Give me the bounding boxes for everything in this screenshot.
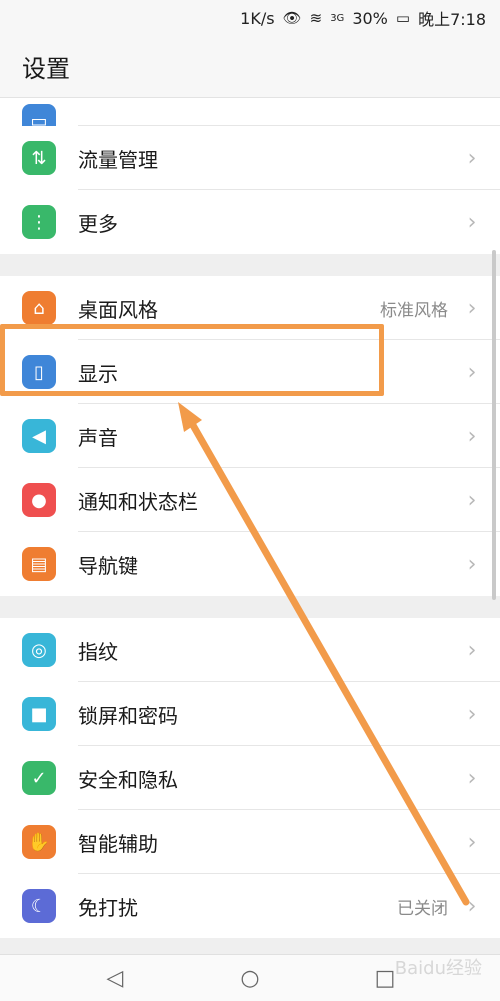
blue-top-icon: ▭	[22, 104, 56, 126]
settings-item-value: 已关闭	[397, 898, 448, 919]
lock-icon: ■	[22, 697, 56, 731]
chevron-right-icon: ›	[467, 765, 477, 791]
settings-item-label: 流量管理	[78, 147, 158, 172]
wifi-icon: ≋	[309, 9, 323, 27]
fingerprint-icon: ◎	[22, 633, 56, 667]
settings-item-label: 通知和状态栏	[78, 489, 198, 514]
settings-group-1: ▭ ⇅ 流量管理 › ⋮ 更多 ›	[0, 98, 500, 254]
back-button[interactable]: ◁	[95, 958, 135, 998]
settings-item-partial[interactable]: ▭	[0, 98, 500, 126]
settings-item-label: 更多	[78, 211, 118, 236]
settings-item-sound[interactable]: ◀ 声音 ›	[0, 404, 500, 468]
nav-key-icon: ▤	[22, 547, 56, 581]
moon-icon: ☾	[22, 889, 56, 923]
chevron-right-icon: ›	[467, 145, 477, 171]
settings-item-label: 桌面风格	[78, 297, 158, 322]
clock: 晚上7:18	[418, 10, 486, 29]
scrollbar[interactable]	[492, 250, 496, 600]
eye-comfort-icon: 👁	[282, 9, 302, 27]
status-bar: 1K/s 👁 ≋ 3G 30% ▭ 晚上7:18	[0, 0, 500, 36]
settings-item-label: 安全和隐私	[78, 767, 178, 792]
chevron-right-icon: ›	[467, 209, 477, 235]
chevron-right-icon: ›	[467, 893, 477, 919]
settings-item-label: 指纹	[78, 639, 118, 664]
settings-item-nav-key[interactable]: ▤ 导航键 ›	[0, 532, 500, 596]
sound-icon: ◀	[22, 419, 56, 453]
chevron-right-icon: ›	[467, 701, 477, 727]
chevron-right-icon: ›	[467, 295, 477, 321]
chevron-right-icon: ›	[467, 423, 477, 449]
settings-item-label: 智能辅助	[78, 831, 158, 856]
signal-3g-icon: 3G	[330, 12, 345, 24]
settings-item-security-privacy[interactable]: ✓ 安全和隐私 ›	[0, 746, 500, 810]
settings-item-data-usage[interactable]: ⇅ 流量管理 ›	[0, 126, 500, 190]
page-title-text: 设置	[22, 55, 70, 83]
home-button[interactable]: ○	[230, 958, 270, 998]
settings-group-3: ◎ 指纹 › ■ 锁屏和密码 › ✓ 安全和隐私 › ✋ 智能辅助 › ☾ 免打…	[0, 618, 500, 938]
network-speed: 1K/s	[240, 8, 275, 28]
chevron-right-icon: ›	[467, 359, 477, 385]
battery-percent: 30%	[352, 8, 388, 28]
chevron-right-icon: ›	[467, 487, 477, 513]
bell-icon: ●	[22, 483, 56, 517]
hand-icon: ✋	[22, 825, 56, 859]
watermark: Baidu经验	[394, 958, 482, 979]
settings-item-label: 锁屏和密码	[78, 703, 178, 728]
settings-item-value: 标准风格	[380, 300, 448, 321]
settings-item-label: 声音	[78, 425, 118, 450]
settings-item-notifications[interactable]: ● 通知和状态栏 ›	[0, 468, 500, 532]
more-dots-icon: ⋮	[22, 205, 56, 239]
settings-item-label: 导航键	[78, 553, 138, 578]
chevron-right-icon: ›	[467, 829, 477, 855]
chevron-right-icon: ›	[467, 551, 477, 577]
battery-icon: ▭	[395, 9, 411, 27]
settings-item-do-not-disturb[interactable]: ☾ 免打扰 已关闭 ›	[0, 874, 500, 938]
settings-item-more[interactable]: ⋮ 更多 ›	[0, 190, 500, 254]
settings-item-lock-screen[interactable]: ■ 锁屏和密码 ›	[0, 682, 500, 746]
shield-icon: ✓	[22, 761, 56, 795]
settings-item-label: 免打扰	[78, 895, 138, 920]
page-title: 设置	[0, 36, 500, 98]
chevron-right-icon: ›	[467, 637, 477, 663]
highlight-box	[0, 324, 384, 396]
settings-item-fingerprint[interactable]: ◎ 指纹 ›	[0, 618, 500, 682]
settings-list[interactable]: ▭ ⇅ 流量管理 › ⋮ 更多 › ⌂ 桌面风格 标准风格 › ▯ 显示 › ◀…	[0, 98, 500, 954]
data-usage-icon: ⇅	[22, 141, 56, 175]
home-style-icon: ⌂	[22, 291, 56, 325]
settings-item-smart-assist[interactable]: ✋ 智能辅助 ›	[0, 810, 500, 874]
